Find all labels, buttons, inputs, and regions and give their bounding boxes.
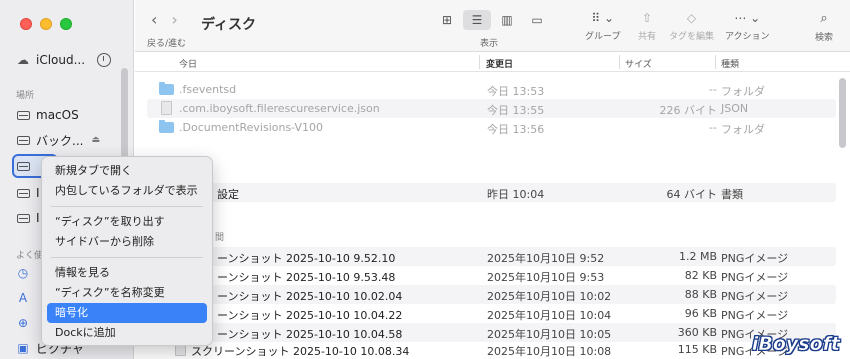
sidebar-item-backup[interactable]: バック... ⏏ (16, 130, 100, 150)
view-switcher: ⊞ ☰ ▥ ▭ (433, 10, 551, 30)
places-heading: 場所 (16, 91, 35, 101)
favorites-heading: よく使 (16, 251, 44, 261)
column-kind[interactable]: 種類 (721, 57, 739, 70)
storage-icon (97, 53, 112, 67)
sidebar-item-disk-c[interactable]: I (16, 208, 40, 228)
nav-arrows: ‹› (151, 10, 192, 29)
sidebar-item-disk-b[interactable]: I (16, 183, 40, 203)
watermark-logo: iBoysoft (751, 333, 841, 356)
toolbar: ‹› 戻る/進む ディスク ⊞ ☰ ▥ ▭ 表示 ⠿ ⌄ グループ ⇧ 共有 ◇… (135, 0, 850, 52)
column-date[interactable]: 変更日 (486, 57, 513, 70)
menu-item-show-enclosing-folder[interactable]: 内包しているフォルダで表示 (47, 181, 207, 201)
folder-icon (159, 82, 174, 95)
window-title: ディスク (201, 17, 257, 33)
menu-item-remove-from-sidebar[interactable]: サイドバーから削除 (47, 232, 207, 252)
table-row[interactable]: ーンショット 2025-10-10 10.04.22 2025年10月10日 1… (147, 304, 836, 323)
group-icon: ⠿ ⌄ (591, 11, 615, 25)
disk-icon (16, 212, 30, 224)
apps-icon: A (18, 291, 28, 305)
menu-item-open-new-tab[interactable]: 新規タブで開く (47, 161, 207, 181)
sidebar-item-apps[interactable]: A (16, 288, 30, 308)
sidebar-item-label: I (36, 186, 40, 200)
menu-item-eject[interactable]: “ディスク”を取り出す (47, 212, 207, 232)
sidebar-item-label: macOS (36, 108, 79, 122)
menu-separator (51, 206, 203, 207)
table-row[interactable]: ーンショット 2025-10-10 9.52.10 2025年10月10日 9:… (147, 247, 836, 266)
group-heading: 間 (215, 233, 225, 243)
table-row[interactable]: 設定 昨日 10:04 64 バイト 書類 (147, 183, 836, 202)
sidebar-item-icloud[interactable]: ☁ iCloud... (16, 50, 112, 70)
group-button[interactable]: ⠿ ⌄ グループ (585, 11, 620, 42)
nav-label: 戻る/進む (147, 39, 187, 49)
menu-separator (51, 257, 203, 258)
gallery-view-button[interactable]: ▭ (523, 10, 551, 30)
table-row[interactable]: ーンショット 2025-10-10 10.02.04 2025年10月10日 1… (147, 285, 836, 304)
eject-icon[interactable]: ⏏ (91, 135, 100, 145)
disk-icon (16, 160, 30, 172)
tag-icon: ◇ (686, 11, 697, 25)
column-size[interactable]: サイズ (625, 57, 652, 70)
table-row[interactable]: .DocumentRevisions-V100 今日 13:56 -- フォルダ (147, 118, 836, 137)
action-button[interactable]: ⋯ ⌄ アクション (725, 11, 770, 42)
table-row[interactable]: .com.iboysoft.filerescureservice.json 今日… (147, 99, 836, 118)
ellipsis-icon: ⋯ ⌄ (734, 11, 761, 25)
sidebar-item-disk[interactable] (16, 156, 30, 176)
table-row[interactable]: .fseventsd 今日 13:53 -- フォルダ (147, 80, 836, 99)
disk-icon (16, 134, 30, 146)
icon-view-button[interactable]: ⊞ (433, 10, 461, 30)
menu-item-rename[interactable]: “ディスク”を名称変更 (47, 283, 207, 303)
table-row[interactable]: スクリーンショット 2025-10-10 10.08.34 2025年10月10… (147, 340, 836, 359)
forward-icon[interactable]: › (171, 10, 191, 29)
close-button[interactable] (20, 18, 32, 30)
folder-locked-icon (159, 120, 174, 133)
minimize-button[interactable] (40, 18, 52, 30)
download-icon: ⊕ (17, 316, 29, 330)
search-button[interactable]: ⌕ 検索 (815, 11, 833, 43)
share-button[interactable]: ⇧ 共有 (638, 11, 656, 42)
share-icon: ⇧ (641, 11, 653, 25)
column-name[interactable]: 今日 (179, 57, 197, 70)
menu-item-encrypt[interactable]: 暗号化 (47, 303, 207, 323)
view-label: 表示 (480, 39, 499, 49)
context-menu: 新規タブで開く 内包しているフォルダで表示 “ディスク”を取り出す サイドバーか… (41, 156, 213, 346)
finder-window: ☁ iCloud... 場所 macOS バック... ⏏ I I よく使 ◷ … (0, 0, 850, 359)
menu-item-add-to-dock[interactable]: Dockに追加 (47, 323, 207, 343)
table-row[interactable]: ーンショット 2025-10-10 9.53.48 2025年10月10日 9:… (147, 266, 836, 285)
tags-button[interactable]: ◇ タグを編集 (669, 11, 714, 42)
sidebar-item-label: バック... (36, 133, 84, 148)
menu-item-get-info[interactable]: 情報を見る (47, 263, 207, 283)
zoom-button[interactable] (60, 18, 72, 30)
column-view-button[interactable]: ▥ (493, 10, 521, 30)
cloud-icon: ☁ (17, 53, 29, 67)
sidebar-item-downloads[interactable]: ⊕ (16, 313, 30, 333)
photo-icon: ▣ (17, 341, 29, 355)
window-controls (20, 18, 72, 30)
sidebar-item-label: I (36, 211, 40, 225)
clock-icon: ◷ (17, 266, 29, 280)
search-icon: ⌕ (820, 11, 828, 26)
sidebar-item-macos[interactable]: macOS (16, 105, 79, 125)
list-view-button[interactable]: ☰ (463, 10, 491, 30)
back-icon[interactable]: ‹ (151, 10, 171, 29)
disk-icon (16, 187, 30, 199)
column-header: 今日 変更日 サイズ 種類 (135, 52, 850, 72)
file-icon (161, 101, 172, 115)
main-scrollbar[interactable] (839, 78, 846, 148)
sidebar-item-label: iCloud... (36, 53, 86, 67)
disk-icon (16, 109, 30, 121)
sidebar-item-recents[interactable]: ◷ (16, 263, 30, 283)
